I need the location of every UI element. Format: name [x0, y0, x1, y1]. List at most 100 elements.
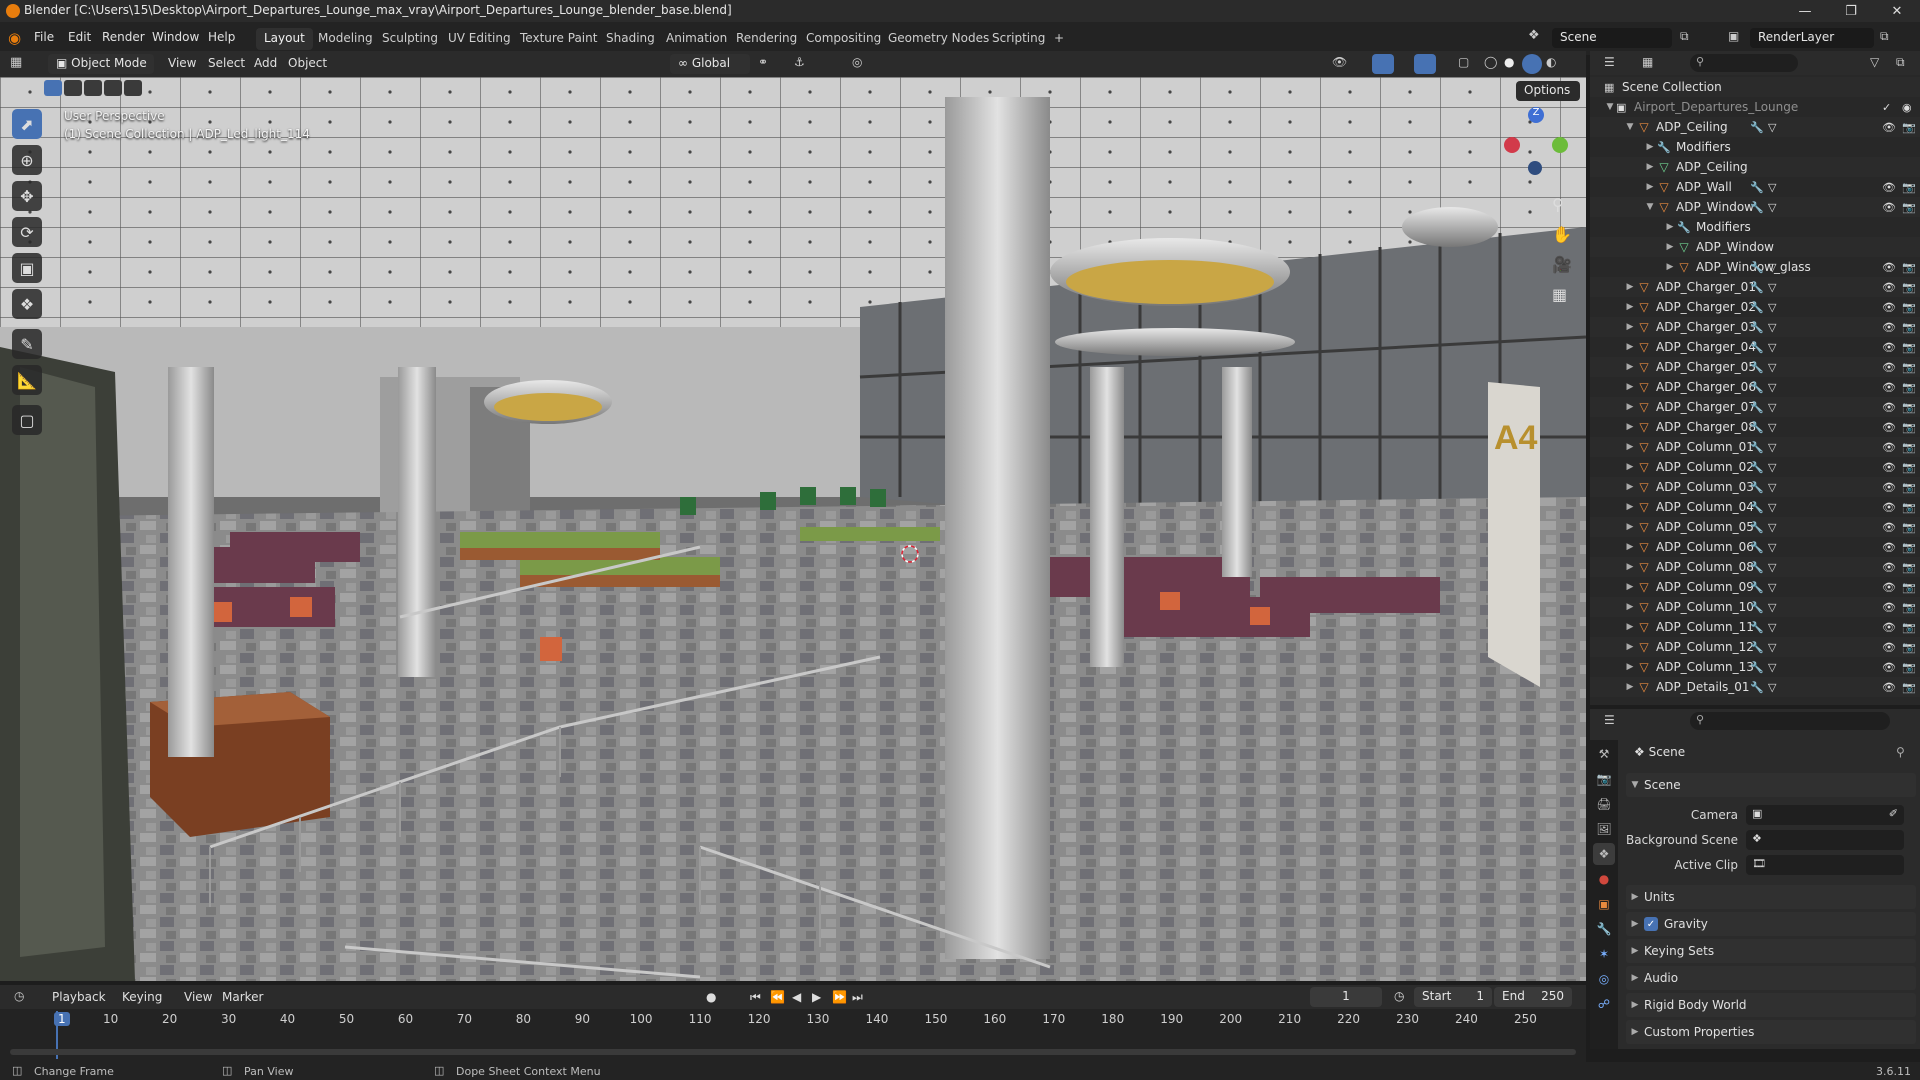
- eye-visibility-icon[interactable]: 👁: [1882, 581, 1896, 594]
- eye-visibility-icon[interactable]: 👁: [1882, 381, 1896, 394]
- outliner-item[interactable]: ▶ ▽ ADP_Charger_07 🔧 ▽ 👁 📷: [1590, 397, 1920, 417]
- expand-right-icon[interactable]: ▶: [1624, 602, 1636, 612]
- render-layer-selector[interactable]: RenderLayer: [1750, 28, 1874, 48]
- camera-render-icon[interactable]: 📷: [1902, 421, 1916, 434]
- eye-visibility-icon[interactable]: 👁: [1882, 341, 1896, 354]
- menu-marker[interactable]: Marker: [222, 990, 263, 1004]
- eye-visibility-icon[interactable]: 👁: [1882, 441, 1896, 454]
- expand-right-icon[interactable]: ▶: [1624, 522, 1636, 532]
- next-keyframe-icon[interactable]: ⏩: [832, 990, 847, 1004]
- scene-tab-icon[interactable]: ❖: [1593, 843, 1615, 865]
- panel-custom-properties[interactable]: ▶ Custom Properties: [1626, 1020, 1916, 1044]
- solid-shading-icon[interactable]: ●: [1504, 55, 1514, 69]
- outliner-item[interactable]: ▶ ▽ ADP_Column_10 🔧 ▽ 👁 📷: [1590, 597, 1920, 617]
- scene-selector[interactable]: Scene: [1552, 28, 1672, 48]
- expand-right-icon[interactable]: ▶: [1644, 142, 1656, 152]
- tab-uv-editing[interactable]: UV Editing: [440, 28, 519, 50]
- gizmo-neg-z-axis[interactable]: [1528, 161, 1542, 175]
- background-scene-field[interactable]: ❖: [1746, 830, 1904, 850]
- camera-render-icon[interactable]: 📷: [1902, 401, 1916, 414]
- filter-icon[interactable]: ▽: [1870, 55, 1879, 69]
- tab-rendering[interactable]: Rendering: [728, 28, 805, 50]
- expand-right-icon[interactable]: ▶: [1624, 362, 1636, 372]
- record-icon[interactable]: ●: [706, 990, 716, 1004]
- tab-geometry-nodes[interactable]: Geometry Nodes: [880, 28, 997, 50]
- eye-visibility-icon[interactable]: 👁: [1882, 521, 1896, 534]
- eye-visibility-icon[interactable]: 👁: [1882, 401, 1896, 414]
- eye-visibility-icon[interactable]: 👁: [1882, 201, 1896, 214]
- eye-visibility-icon[interactable]: 👁: [1882, 261, 1896, 274]
- outliner-item[interactable]: ▶ ▽ ADP_Column_02 🔧 ▽ 👁 📷: [1590, 457, 1920, 477]
- expand-down-icon[interactable]: ▼: [1604, 102, 1616, 112]
- gizmo-z-axis[interactable]: Z: [1528, 107, 1544, 123]
- options-button[interactable]: Options: [1516, 81, 1580, 101]
- outliner-item[interactable]: ▶ ▽ ADP_Details_01 🔧 ▽ 👁 📷: [1590, 677, 1920, 697]
- expand-right-icon[interactable]: ▶: [1624, 282, 1636, 292]
- select-intersect-icon[interactable]: [124, 80, 142, 96]
- view-layer-tab-icon[interactable]: 🖼: [1593, 818, 1615, 840]
- move-tool-icon[interactable]: ✥: [12, 181, 42, 211]
- gizmo-x-axis[interactable]: [1504, 137, 1520, 153]
- expand-right-icon[interactable]: ▶: [1624, 662, 1636, 672]
- camera-render-icon[interactable]: 📷: [1902, 541, 1916, 554]
- wireframe-shading-icon[interactable]: ◯: [1484, 55, 1497, 69]
- navigation-gizmo[interactable]: Z: [1500, 107, 1570, 177]
- new-scene-icon[interactable]: ⧉: [1680, 29, 1689, 44]
- camera-view-icon[interactable]: 🎥: [1552, 255, 1572, 274]
- camera-render-icon[interactable]: 📷: [1902, 561, 1916, 574]
- add-workspace-button[interactable]: +: [1046, 28, 1072, 50]
- expand-right-icon[interactable]: ▶: [1624, 302, 1636, 312]
- camera-render-icon[interactable]: 📷: [1902, 301, 1916, 314]
- expand-right-icon[interactable]: ▶: [1624, 462, 1636, 472]
- expand-right-icon[interactable]: ▶: [1664, 262, 1676, 272]
- eyedropper-icon[interactable]: ✐: [1889, 807, 1898, 820]
- expand-right-icon[interactable]: ▶: [1624, 682, 1636, 692]
- annotate-tool-icon[interactable]: ✎: [12, 329, 42, 359]
- eye-visibility-icon[interactable]: 👁: [1882, 361, 1896, 374]
- eye-visibility-icon[interactable]: 👁: [1882, 461, 1896, 474]
- close-icon[interactable]: ✕: [1874, 0, 1920, 22]
- jump-end-icon[interactable]: ⏭: [852, 990, 863, 1005]
- end-frame-field[interactable]: End 250: [1494, 987, 1572, 1007]
- expand-right-icon[interactable]: ▶: [1624, 422, 1636, 432]
- minimize-icon[interactable]: —: [1782, 0, 1828, 22]
- outliner-item[interactable]: ▶ ▽ ADP_Ceiling: [1590, 157, 1920, 177]
- outliner-item[interactable]: ▶ ▽ ADP_Column_08 🔧 ▽ 👁 📷: [1590, 557, 1920, 577]
- eye-visibility-icon[interactable]: 👁: [1882, 421, 1896, 434]
- new-view-layer-icon[interactable]: ⧉: [1880, 29, 1889, 44]
- outliner-editor-icon[interactable]: ☰: [1604, 55, 1615, 69]
- camera-render-icon[interactable]: 📷: [1902, 641, 1916, 654]
- camera-render-icon[interactable]: 📷: [1902, 501, 1916, 514]
- camera-render-icon[interactable]: 📷: [1902, 441, 1916, 454]
- panel-keying-sets[interactable]: ▶ Keying Sets: [1626, 939, 1916, 963]
- outliner-item[interactable]: ▶ ▽ ADP_Column_01 🔧 ▽ 👁 📷: [1590, 437, 1920, 457]
- outliner-item[interactable]: ▶ ▽ ADP_Column_11 🔧 ▽ 👁 📷: [1590, 617, 1920, 637]
- snap-icon[interactable]: ⚓: [794, 55, 805, 69]
- menu-view[interactable]: View: [168, 56, 196, 70]
- menu-file[interactable]: File: [34, 30, 54, 44]
- expand-right-icon[interactable]: ▶: [1624, 382, 1636, 392]
- display-mode-icon[interactable]: ▦: [1642, 55, 1653, 69]
- scene-icon[interactable]: ❖: [1528, 28, 1540, 43]
- eye-visibility-icon[interactable]: 👁: [1882, 181, 1896, 194]
- constraints-tab-icon[interactable]: ☍: [1593, 993, 1615, 1015]
- tab-animation[interactable]: Animation: [658, 28, 735, 50]
- eye-visibility-icon[interactable]: 👁: [1882, 601, 1896, 614]
- camera-render-icon[interactable]: 📷: [1902, 261, 1916, 274]
- camera-render-icon[interactable]: 📷: [1902, 321, 1916, 334]
- outliner-item[interactable]: ▶ ▽ ADP_Column_05 🔧 ▽ 👁 📷: [1590, 517, 1920, 537]
- eye-visibility-icon[interactable]: 👁: [1882, 121, 1896, 134]
- pan-hand-icon[interactable]: ✋: [1552, 225, 1572, 244]
- expand-right-icon[interactable]: ▶: [1644, 162, 1656, 172]
- eye-visibility-icon[interactable]: 👁: [1882, 301, 1896, 314]
- outliner-item[interactable]: ▼ ▽ ADP_Window 🔧 ▽ 👁 📷: [1590, 197, 1920, 217]
- select-invert-icon[interactable]: [104, 80, 122, 96]
- camera-render-icon[interactable]: 📷: [1902, 181, 1916, 194]
- editor-type-icon[interactable]: ▦: [10, 55, 22, 70]
- pivot-icon[interactable]: ⚭: [758, 55, 768, 69]
- ortho-grid-icon[interactable]: ▦: [1552, 285, 1567, 304]
- zoom-icon[interactable]: ⚲: [1552, 195, 1564, 214]
- particles-tab-icon[interactable]: ✶: [1593, 943, 1615, 965]
- eye-visibility-icon[interactable]: 👁: [1882, 281, 1896, 294]
- outliner-item[interactable]: ▶ 🔧 Modifiers: [1590, 137, 1920, 157]
